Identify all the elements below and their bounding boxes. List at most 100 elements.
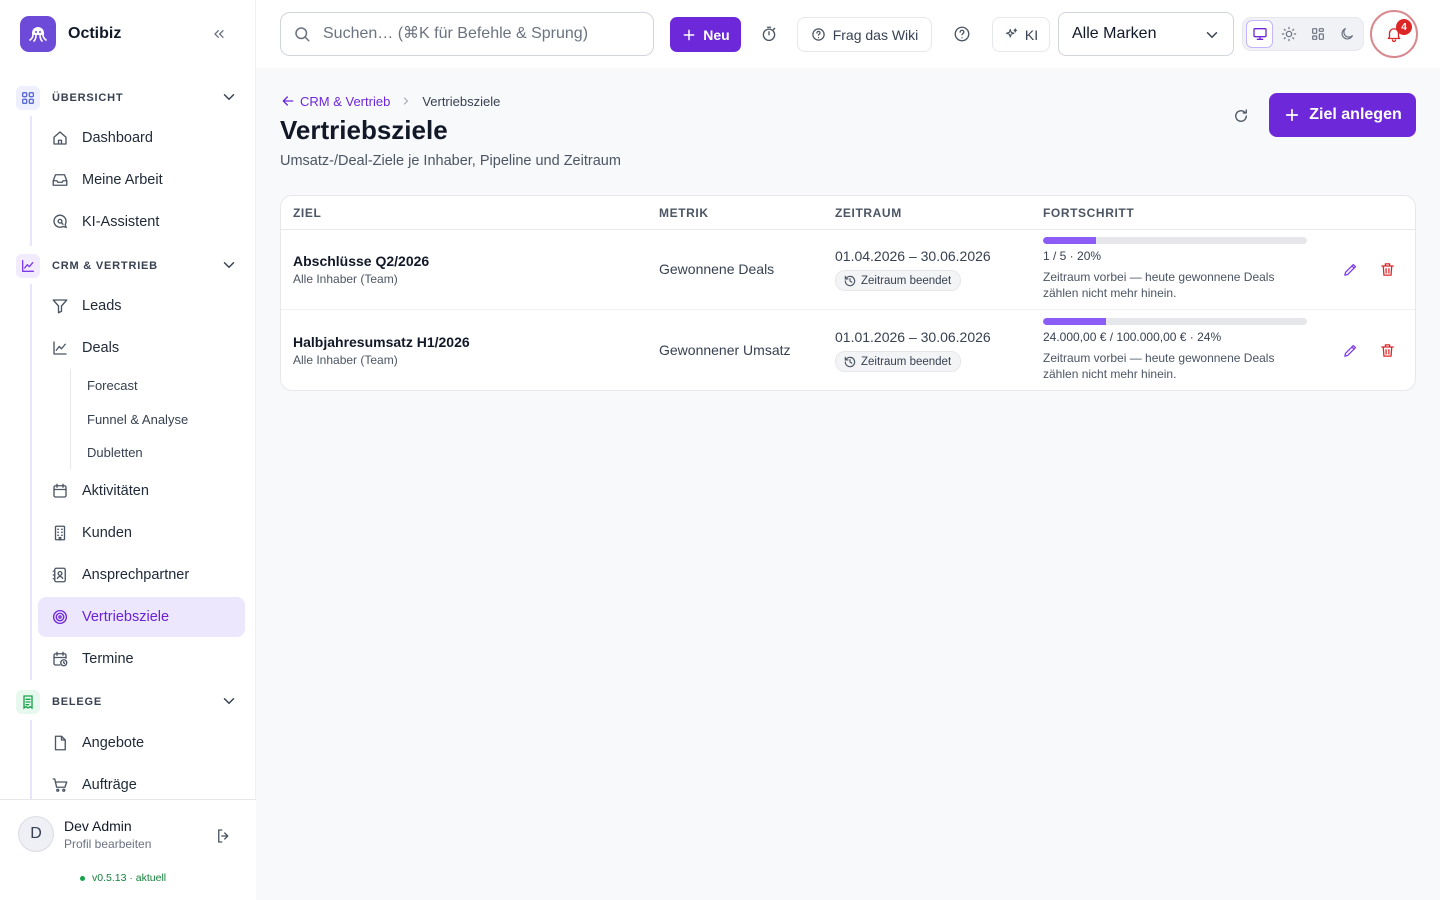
sidebar-item-kunden[interactable]: Kunden <box>38 513 245 553</box>
progress-note: Zeitraum vorbei — heute gewonnene Deals … <box>1043 351 1275 381</box>
search-box[interactable] <box>280 12 654 56</box>
breadcrumb-current: Vertriebsziele <box>422 93 501 109</box>
sidebar-item-vertriebsziele[interactable]: Vertriebsziele <box>38 597 245 637</box>
logout-button[interactable] <box>213 825 235 847</box>
column-header-period[interactable]: ZEITRAUM <box>835 206 902 220</box>
section-crm[interactable]: CRM & VERTRIEB <box>16 252 242 280</box>
new-button[interactable]: Neu <box>670 17 741 52</box>
edit-button[interactable] <box>1339 339 1361 361</box>
chevron-down-icon <box>223 698 235 705</box>
chevron-down-icon <box>1206 32 1218 39</box>
chevrons-left-icon <box>214 29 224 38</box>
brand-select[interactable]: Alle Marken <box>1058 12 1234 56</box>
app-name: Octibiz <box>68 25 122 42</box>
profile-edit-link[interactable]: Profil bearbeiten <box>64 837 151 851</box>
sidebar-item-label: Deals <box>82 340 120 356</box>
sidebar-item-termine[interactable]: Termine <box>38 639 245 679</box>
sidebar-item-meine-arbeit[interactable]: Meine Arbeit <box>38 160 245 200</box>
trash-icon <box>1380 343 1394 357</box>
sidebar: Octibiz ÜBERSICHT Dashboard Meine Arbeit… <box>0 0 256 900</box>
sidebar-item-label: Aufträge <box>82 777 137 793</box>
receipt-icon <box>16 690 40 714</box>
inbox-icon <box>50 170 70 190</box>
section-belege[interactable]: BELEGE <box>16 688 242 716</box>
profile-panel: D Dev Admin Profil bearbeiten v0.5.13 · … <box>0 799 256 900</box>
collapse-sidebar-button[interactable] <box>206 22 232 46</box>
breadcrumb-back-link[interactable]: CRM & Vertrieb <box>280 93 390 109</box>
status-badge-label: Zeitraum beendet <box>861 355 952 368</box>
column-header-metric[interactable]: METRIK <box>659 206 709 220</box>
sidebar-item-label: Termine <box>82 651 134 667</box>
sidebar-item-label: Vertriebsziele <box>82 609 170 625</box>
table-row[interactable]: Halbjahresumsatz H1/2026 Alle Inhaber (T… <box>281 309 1415 390</box>
delete-button[interactable] <box>1376 339 1398 361</box>
moon-icon <box>1341 28 1354 40</box>
goals-table: ZIEL METRIK ZEITRAUM FORTSCHRITT Abschlü… <box>280 195 1416 391</box>
sun-icon <box>1281 26 1297 42</box>
delete-button[interactable] <box>1376 258 1398 280</box>
sidebar-item-ansprechpartner[interactable]: Ansprechpartner <box>38 555 245 595</box>
column-header-progress[interactable]: FORTSCHRITT <box>1043 206 1134 220</box>
edit-button[interactable] <box>1339 258 1361 280</box>
profile-name[interactable]: Dev Admin <box>64 818 132 834</box>
mode-compact-button[interactable] <box>1305 20 1332 48</box>
goal-metric: Gewonnene Deals <box>659 261 775 277</box>
chevron-down-icon <box>223 262 235 269</box>
sidebar-item-deals[interactable]: Deals <box>38 328 245 368</box>
sparkles-icon <box>1005 28 1017 38</box>
sidebar-subitem-forecast[interactable]: Forecast <box>74 370 244 400</box>
goal-title: Abschlüsse Q2/2026 <box>293 253 430 269</box>
calendar-icon <box>50 481 70 501</box>
brand[interactable]: Octibiz <box>20 16 121 52</box>
ask-wiki-button[interactable]: Frag das Wiki <box>797 17 932 52</box>
section-overview[interactable]: ÜBERSICHT <box>16 84 242 112</box>
help-button[interactable] <box>947 19 977 49</box>
brand-select-value: Alle Marken <box>1072 25 1157 42</box>
goal-title: Halbjahresumsatz H1/2026 <box>293 334 470 350</box>
sidebar-item-ki-assistent[interactable]: KI-Assistent <box>38 202 245 242</box>
sidebar-item-leads[interactable]: Leads <box>38 286 245 326</box>
notifications-button[interactable]: 4 <box>1370 10 1418 58</box>
sidebar-subitem-dubletten[interactable]: Dubletten <box>74 437 244 467</box>
layout-grid-icon <box>1312 28 1325 40</box>
avatar[interactable]: D <box>18 816 54 852</box>
octopus-logo-icon <box>20 16 56 52</box>
mode-dark-button[interactable] <box>1334 20 1361 48</box>
sidebar-item-angebote[interactable]: Angebote <box>38 723 245 763</box>
refresh-button[interactable] <box>1228 103 1254 129</box>
mode-light-button[interactable] <box>1275 20 1302 48</box>
arrow-left-icon <box>282 96 294 106</box>
column-header-goal[interactable]: ZIEL <box>293 206 321 220</box>
calendar-clock-icon <box>50 649 70 669</box>
sidebar-item-label: Meine Arbeit <box>82 172 163 188</box>
mode-system-button[interactable] <box>1246 20 1274 48</box>
breadcrumb-parent: CRM & Vertrieb <box>300 93 391 109</box>
status-badge: Zeitraum beendet <box>835 270 962 291</box>
help-circle-icon <box>811 28 825 41</box>
building-icon <box>50 523 70 543</box>
create-goal-label: Ziel anlegen <box>1309 106 1402 123</box>
topbar: Neu Frag das Wiki KI Alle Marken 4 <box>256 0 1440 68</box>
section-guide-line <box>30 284 32 680</box>
display-mode-toggle <box>1242 17 1364 51</box>
sidebar-item-label: Leads <box>82 298 122 314</box>
new-button-label: Neu <box>703 26 730 43</box>
sidebar-subitem-funnel-analyse[interactable]: Funnel & Analyse <box>74 404 244 434</box>
history-icon <box>844 275 856 286</box>
search-input[interactable] <box>323 25 643 43</box>
section-guide-line <box>30 116 32 246</box>
target-icon <box>50 607 70 627</box>
progress-fill <box>1043 237 1096 244</box>
breadcrumb: CRM & Vertrieb Vertriebsziele <box>280 93 500 109</box>
sidebar-item-label: KI-Assistent <box>82 214 160 230</box>
sidebar-item-dashboard[interactable]: Dashboard <box>38 118 245 158</box>
sidebar-item-aktivitaeten[interactable]: Aktivitäten <box>38 471 245 511</box>
trending-chart-icon <box>16 254 40 278</box>
create-goal-button[interactable]: Ziel anlegen <box>1269 93 1416 137</box>
table-row[interactable]: Abschlüsse Q2/2026 Alle Inhaber (Team) G… <box>281 229 1415 310</box>
ai-button[interactable]: KI <box>992 17 1050 52</box>
sidebar-item-auftraege[interactable]: Aufträge <box>38 765 245 800</box>
timer-button[interactable] <box>754 19 784 49</box>
home-icon <box>50 128 70 148</box>
chat-search-icon <box>50 212 70 232</box>
